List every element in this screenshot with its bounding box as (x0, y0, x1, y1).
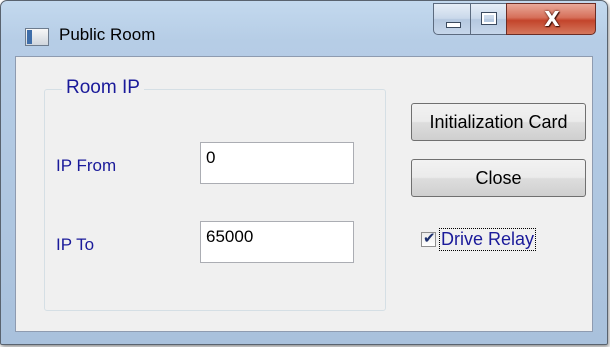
app-window-icon (25, 28, 49, 46)
close-icon: X (544, 7, 560, 31)
ip-to-input[interactable]: 65000 (200, 221, 354, 263)
room-ip-group-title: Room IP (62, 77, 144, 99)
initialization-card-button[interactable]: Initialization Card (411, 103, 586, 141)
minimize-icon (446, 22, 461, 28)
caption-buttons: X (433, 3, 597, 37)
drive-relay-label[interactable]: Drive Relay (439, 228, 537, 251)
ip-from-label: IP From (56, 156, 117, 175)
window-title: Public Room (59, 25, 156, 44)
client-area: Room IP IP From 0 IP To 65000 Initializa… (15, 56, 593, 332)
title-bar[interactable]: Public Room X (1, 1, 607, 46)
close-button[interactable]: Close (411, 159, 586, 197)
ip-from-input[interactable]: 0 (200, 142, 354, 184)
maximize-button[interactable] (470, 3, 507, 35)
drive-relay-checkbox[interactable]: ✔ (421, 229, 436, 247)
checkmark-icon: ✔ (423, 229, 436, 247)
minimize-button[interactable] (433, 3, 471, 35)
ip-to-label: IP To (56, 235, 95, 254)
maximize-icon (481, 12, 497, 25)
close-window-button[interactable]: X (506, 3, 596, 35)
dialog-window: Public Room X Room IP IP From 0 IP To 65… (0, 0, 608, 345)
room-ip-groupbox (44, 89, 386, 311)
